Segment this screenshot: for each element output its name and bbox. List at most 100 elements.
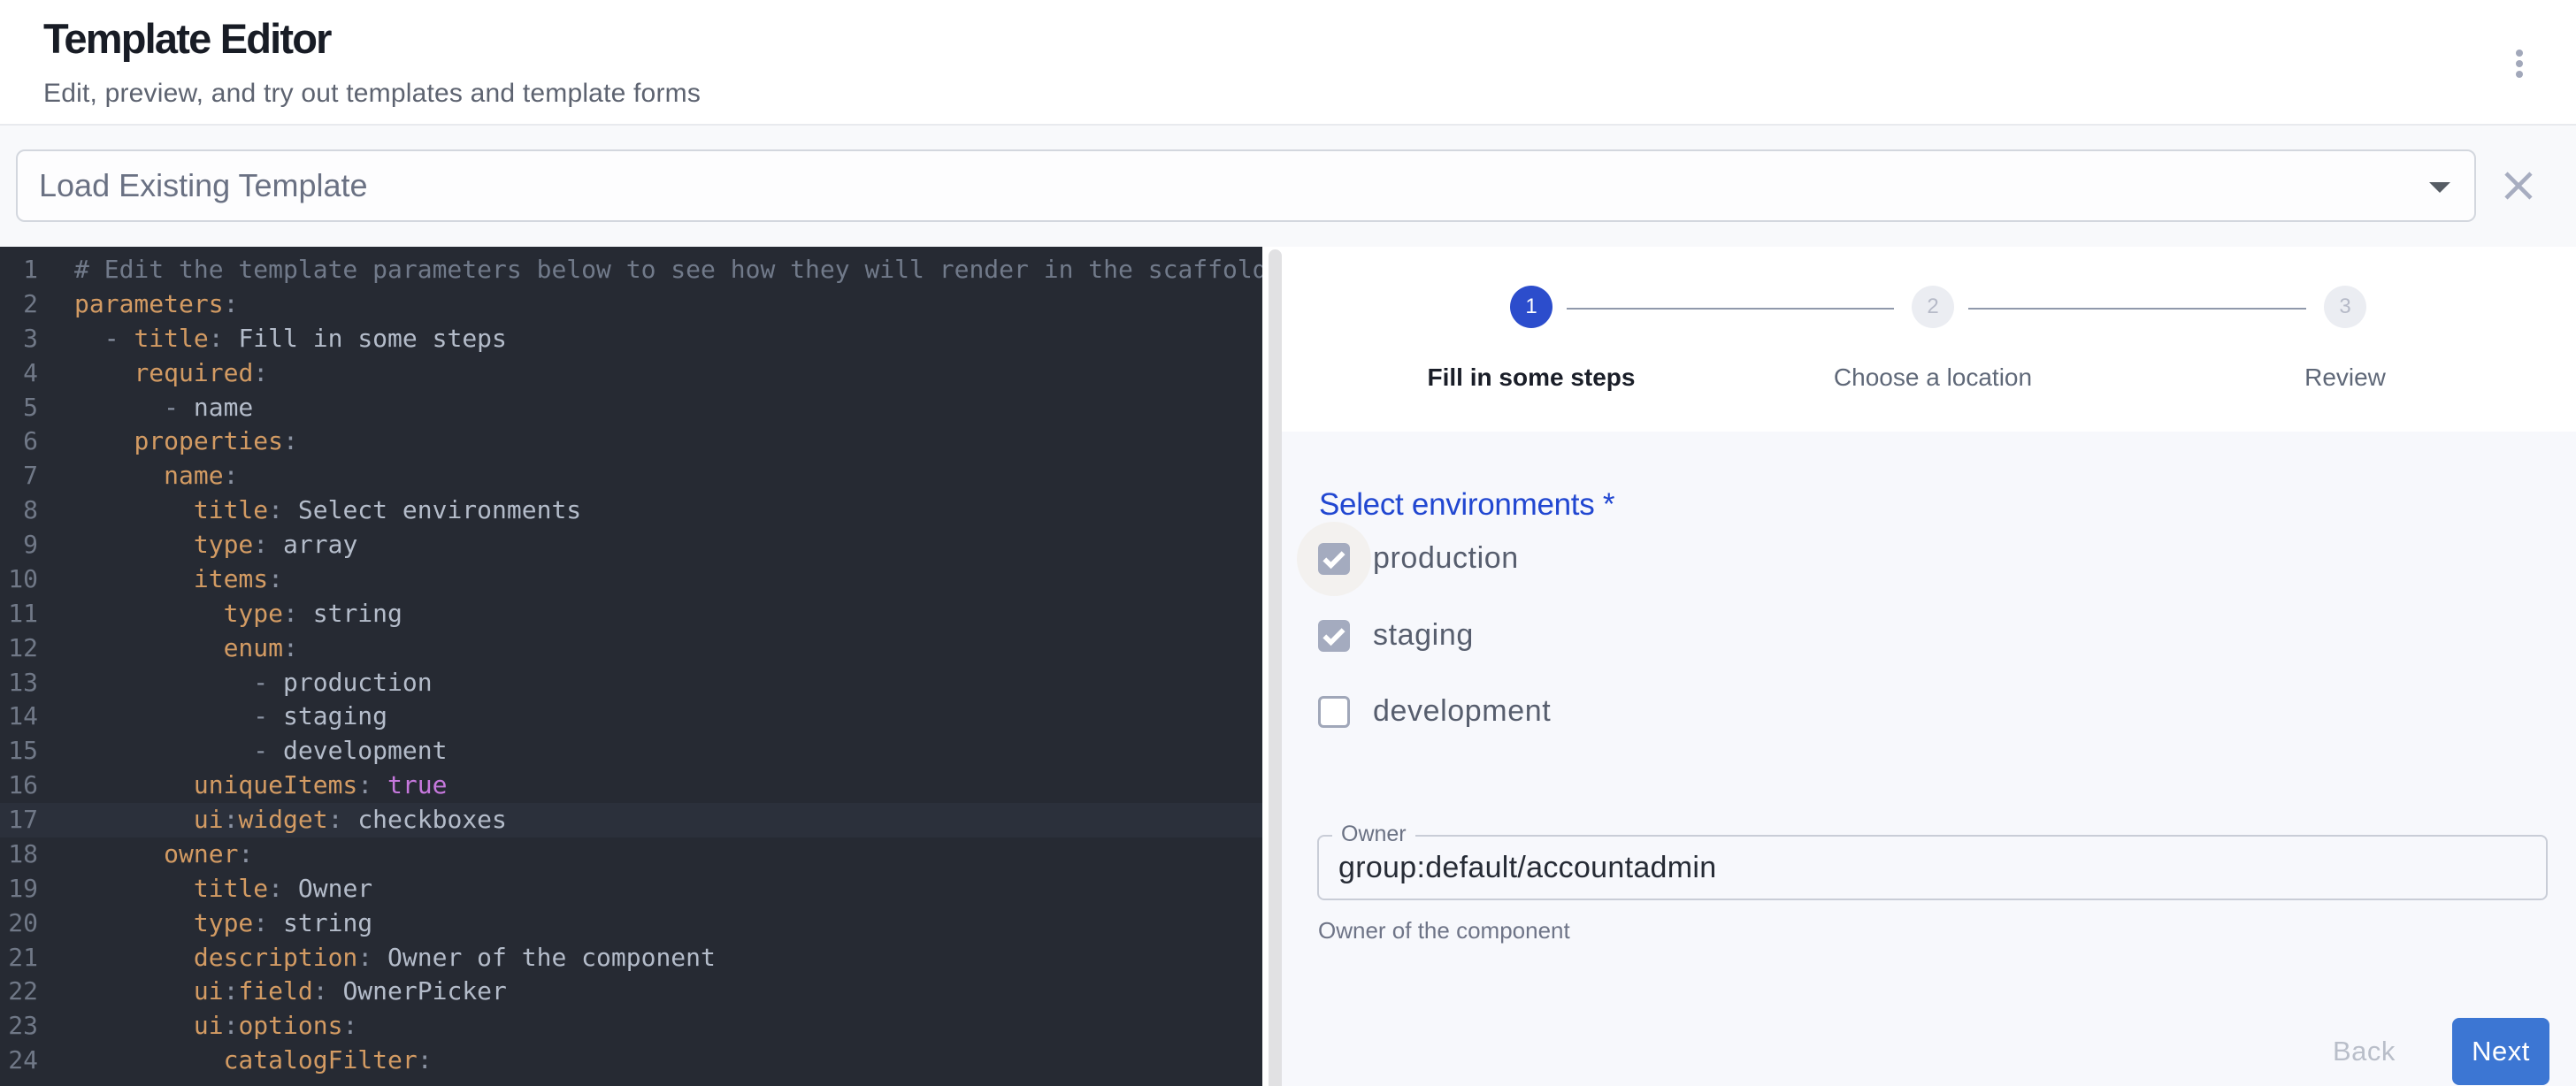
line-content: uniqueItems: true xyxy=(74,769,447,803)
code-lines: 1 # Edit the template parameters below to… xyxy=(0,253,1262,1078)
code-line-21[interactable]: 21 description: Owner of the component xyxy=(0,941,1262,975)
code-token-key: description xyxy=(194,943,357,972)
line-number: 22 xyxy=(0,975,38,1009)
back-button[interactable]: Back xyxy=(2333,1036,2396,1067)
code-token-punct: : xyxy=(224,976,239,1006)
kebab-menu-icon xyxy=(2516,71,2523,78)
line-number: 21 xyxy=(0,941,38,975)
page-header: Template Editor Edit, preview, and try o… xyxy=(0,0,2576,126)
load-existing-template-select[interactable]: Load Existing Template xyxy=(16,149,2476,222)
code-token-punct: : xyxy=(342,1011,357,1040)
code-token-punct xyxy=(74,599,224,628)
owner-input[interactable] xyxy=(1338,837,2524,899)
code-line-11[interactable]: 11 type: string xyxy=(0,597,1262,631)
code-token-punct: : xyxy=(418,1045,433,1075)
kebab-menu-icon xyxy=(2516,50,2523,57)
code-token-punct: - xyxy=(74,668,283,697)
code-token-punct: : xyxy=(209,324,239,353)
option-label-staging: staging xyxy=(1373,618,1474,653)
code-token-punct: : xyxy=(268,564,283,593)
line-number: 15 xyxy=(0,734,38,769)
owner-helper-text: Owner of the component xyxy=(1318,917,1570,945)
code-token-value: name xyxy=(194,393,253,422)
code-token-value: Owner xyxy=(298,874,372,903)
line-content: parameters: xyxy=(74,287,238,322)
code-line-19[interactable]: 19 title: Owner xyxy=(0,872,1262,906)
code-token-value: checkboxes xyxy=(357,805,507,834)
code-line-4[interactable]: 4 required: xyxy=(0,356,1262,391)
code-token-key: properties xyxy=(134,426,283,455)
code-line-22[interactable]: 22 ui:field: OwnerPicker xyxy=(0,975,1262,1009)
line-content: ui:widget: checkboxes xyxy=(74,803,507,837)
code-token-punct: : xyxy=(283,633,298,662)
code-line-18[interactable]: 18 owner: xyxy=(0,837,1262,872)
code-token-punct: : xyxy=(283,426,298,455)
code-line-24[interactable]: 24 catalogFilter: xyxy=(0,1044,1262,1078)
line-content: - name xyxy=(74,391,253,425)
code-token-value: development xyxy=(283,736,447,765)
code-token-value: OwnerPicker xyxy=(342,976,506,1006)
code-line-3[interactable]: 3 - title: Fill in some steps xyxy=(0,322,1262,356)
checkbox-unchecked-development[interactable] xyxy=(1318,696,1350,728)
code-line-8[interactable]: 8 title: Select environments xyxy=(0,493,1262,528)
clear-selection-button[interactable] xyxy=(2497,164,2540,207)
split-pane-divider[interactable] xyxy=(1269,249,1282,1086)
line-content: description: Owner of the component xyxy=(74,941,716,975)
code-token-key: type xyxy=(194,908,253,937)
line-number: 1 xyxy=(0,253,38,287)
code-line-5[interactable]: 5 - name xyxy=(0,391,1262,425)
code-line-14[interactable]: 14 - staging xyxy=(0,700,1262,734)
code-token-punct xyxy=(74,770,194,799)
code-token-key: ui xyxy=(194,805,224,834)
code-token-key: required xyxy=(134,358,253,387)
checkbox-checked-staging[interactable] xyxy=(1318,620,1350,652)
form-background xyxy=(1282,432,2576,1086)
line-number: 20 xyxy=(0,906,38,941)
checkbox-checked-production[interactable] xyxy=(1318,543,1350,575)
select-environments-label: Select environments * xyxy=(1319,487,1614,523)
code-token-comment: # Edit the template parameters below to … xyxy=(74,255,1262,284)
code-line-9[interactable]: 9 type: array xyxy=(0,528,1262,562)
step-label-2: Choose a location xyxy=(1834,363,2032,392)
code-line-1[interactable]: 1 # Edit the template parameters below to… xyxy=(0,253,1262,287)
code-token-punct xyxy=(74,874,194,903)
line-number: 23 xyxy=(0,1009,38,1044)
code-token-value: Owner of the component xyxy=(387,943,716,972)
code-line-12[interactable]: 12 enum: xyxy=(0,631,1262,666)
code-token-key: ui xyxy=(194,976,224,1006)
code-line-17[interactable]: 17 ui:widget: checkboxes xyxy=(0,803,1262,837)
check-icon xyxy=(1318,620,1350,652)
code-line-15[interactable]: 15 - development xyxy=(0,734,1262,769)
line-content: type: array xyxy=(74,528,357,562)
code-line-7[interactable]: 7 name: xyxy=(0,459,1262,493)
line-content: type: string xyxy=(74,906,372,941)
line-content: # Edit the template parameters below to … xyxy=(74,253,1262,287)
code-line-6[interactable]: 6 properties: xyxy=(0,424,1262,459)
code-token-punct: : xyxy=(224,1011,239,1040)
next-button[interactable]: Next xyxy=(2452,1018,2549,1085)
code-token-punct: : xyxy=(253,358,268,387)
yaml-code-editor[interactable]: 1 # Edit the template parameters below to… xyxy=(0,247,1262,1086)
code-token-key: ui xyxy=(194,1011,224,1040)
code-line-10[interactable]: 10 items: xyxy=(0,562,1262,597)
code-line-13[interactable]: 13 - production xyxy=(0,666,1262,700)
template-editor-page: Template Editor Edit, preview, and try o… xyxy=(0,0,2576,1086)
code-token-key: parameters xyxy=(74,289,224,318)
line-number: 16 xyxy=(0,769,38,803)
code-token-punct xyxy=(74,943,194,972)
line-number: 7 xyxy=(0,459,38,493)
code-line-16[interactable]: 16 uniqueItems: true xyxy=(0,769,1262,803)
code-line-2[interactable]: 2parameters: xyxy=(0,287,1262,322)
line-content: items: xyxy=(74,562,283,597)
more-options-button[interactable] xyxy=(2477,21,2562,106)
code-token-punct: - xyxy=(74,736,283,765)
check-icon-path xyxy=(1324,630,1343,642)
code-token-key: options xyxy=(238,1011,342,1040)
code-token-value: Select environments xyxy=(298,495,581,524)
code-line-20[interactable]: 20 type: string xyxy=(0,906,1262,941)
close-icon-path xyxy=(2506,173,2531,198)
step-label-3: Review xyxy=(2304,363,2386,392)
code-token-key: title xyxy=(194,874,268,903)
kebab-menu-icon xyxy=(2516,60,2523,67)
code-line-23[interactable]: 23 ui:options: xyxy=(0,1009,1262,1044)
